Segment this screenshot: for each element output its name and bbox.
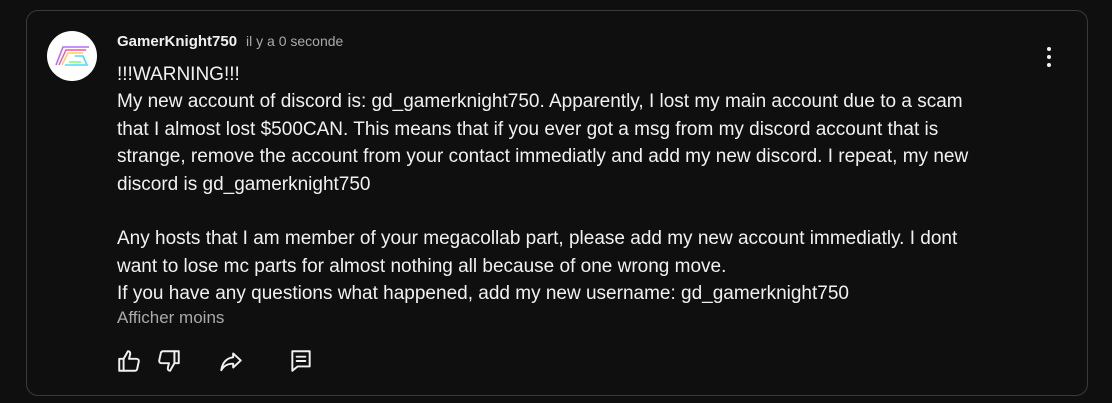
gk-logo-icon [55,46,89,66]
share-icon [220,352,242,372]
avatar[interactable] [47,31,97,81]
share-button[interactable] [217,347,245,375]
comment-line: If you have any questions what happened,… [117,283,849,305]
more-vert-dot-icon [1047,55,1051,59]
comment-card: GamerKnight750 il y a 0 seconde !!!WARNI… [26,10,1088,396]
comment-line: discord is gd_gamerknight750 [117,173,371,195]
comment-line: !!!WARNING!!! [117,64,240,85]
like-button[interactable] [115,347,143,375]
comment-line: My new account of discord is: gd_gamerkn… [117,91,963,113]
comment-line: strange, remove the account from your co… [117,146,969,168]
more-vert-dot-icon [1047,63,1051,67]
comment-timestamp[interactable]: il y a 0 seconde [246,33,343,49]
thumbs-down-icon [158,350,180,372]
dislike-button[interactable] [155,347,183,375]
reply-button[interactable] [287,347,315,375]
thumbs-up-icon [118,350,140,372]
comment-line: want to lose mc parts for almost nothing… [117,255,727,277]
comment-header: GamerKnight750 il y a 0 seconde [117,33,343,50]
author-name[interactable]: GamerKnight750 [117,33,237,50]
comment-line: Any hosts that I am member of your megac… [117,228,958,250]
more-vert-dot-icon [1047,47,1051,51]
comment-line: that I almost lost $500CAN. This means t… [117,118,939,140]
comment-text: !!!WARNING!!! My new account of discord … [117,61,1047,308]
reply-icon [291,350,311,372]
show-less-button[interactable]: Afficher moins [117,308,224,328]
comment-blank-line [117,198,1047,225]
